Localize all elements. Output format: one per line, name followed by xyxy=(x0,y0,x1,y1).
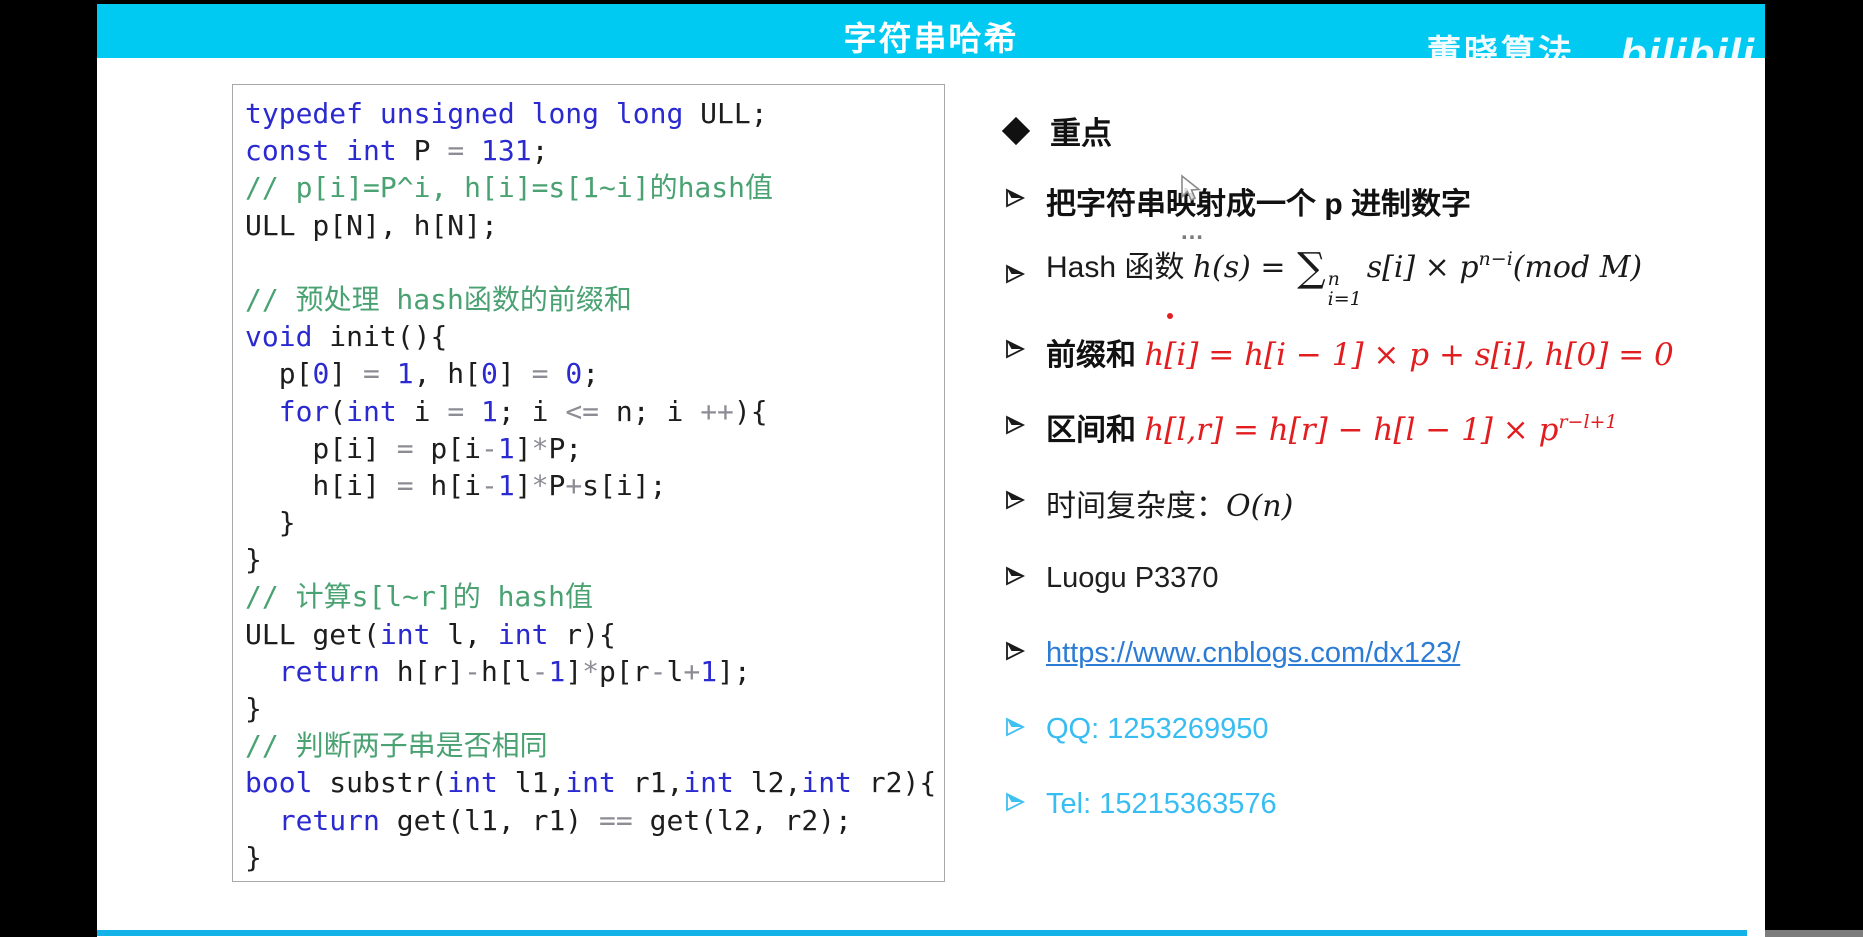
code-line: typedef unsigned long long ULL; xyxy=(245,97,768,130)
code-panel: typedef unsigned long long ULL; const int… xyxy=(232,84,945,882)
note-bullet: Tel: 15215363576 xyxy=(1004,767,1764,843)
slide-title-bar: 字符串哈希 董晓算法 bilibili xyxy=(97,4,1765,58)
note-text: QQ: 1253269950 xyxy=(1046,712,1269,745)
arrow-bullet-icon xyxy=(1004,338,1026,365)
arrow-bullet-icon xyxy=(1004,489,1026,516)
code-line: } xyxy=(245,506,296,540)
arrow-bullet-icon xyxy=(1004,791,1026,818)
note-text: Hash 函数 h(s) = ∑ n i=1 s[i] × pn−i(mod M) xyxy=(1046,245,1643,311)
code-line: } xyxy=(245,840,262,874)
notes-heading-label: 重点 xyxy=(1050,116,1112,151)
note-bullet: Hash 函数 h(s) = ∑ n i=1 s[i] × pn−i(mod M) xyxy=(1004,239,1764,315)
code-line: return get(l1, r1) == get(l2, r2); xyxy=(278,803,852,837)
letterbox-top xyxy=(0,0,1863,4)
progress-line[interactable] xyxy=(97,930,1747,936)
note-text: 时间复杂度：O(n) xyxy=(1046,488,1294,524)
arrow-bullet-icon xyxy=(1004,414,1026,441)
code-line: bool substr(int l1,int r1,int l2,int r2)… xyxy=(245,766,937,800)
arrow-bullet-icon xyxy=(1004,640,1026,667)
arrow-bullet-icon xyxy=(1004,263,1026,290)
code-block: typedef unsigned long long ULL; const int… xyxy=(233,85,944,876)
diamond-bullet-icon xyxy=(1001,116,1031,145)
note-bullet: Luogu P3370 xyxy=(1004,541,1764,617)
arrow-bullet-icon xyxy=(1004,565,1026,592)
code-line: // p[i]=P^i, h[i]=s[1~i]的hash值 xyxy=(245,171,774,205)
letterbox-left xyxy=(0,0,97,937)
code-line: // 计算s[l~r]的 hash值 xyxy=(245,580,594,614)
note-bullet: 把字符串映射成一个 p 进制数字 xyxy=(1004,163,1764,239)
note-bullet: QQ: 1253269950 xyxy=(1004,692,1764,768)
letterbox-right xyxy=(1765,0,1863,937)
ellipsis-mark: … xyxy=(1180,218,1207,245)
scrollbar-corner xyxy=(1765,930,1863,937)
laser-pointer-dot xyxy=(1167,313,1173,319)
notes-heading: 重点 xyxy=(1001,108,1112,153)
code-line: p[i] = p[i-1]*P; xyxy=(245,431,583,465)
note-bullet: https://www.cnblogs.com/dx123/ xyxy=(1004,616,1764,692)
blog-link[interactable]: https://www.cnblogs.com/dx123/ xyxy=(1046,637,1460,670)
code-line: ULL p[N], h[N]; xyxy=(245,208,498,242)
code-line: // 预处理 hash函数的前缀和 xyxy=(245,282,632,316)
code-line: const int P = 131; xyxy=(245,134,549,168)
arrow-bullet-icon xyxy=(1004,716,1026,743)
code-line: p[0] = 1, h[0] = 0; xyxy=(245,357,600,391)
bilibili-logo-echo: bilibili xyxy=(1608,58,1768,82)
note-text: 区间和 h[l,r] = h[r] − h[l − 1] × pr−l+1 xyxy=(1046,411,1618,449)
code-line: } xyxy=(245,543,262,577)
note-text: Luogu P3370 xyxy=(1046,561,1219,594)
arrow-bullet-icon xyxy=(1004,187,1026,214)
mouse-cursor-icon xyxy=(1176,174,1202,209)
channel-watermark: 董晓算法 xyxy=(1427,34,1575,58)
note-text: 把字符串映射成一个 p 进制数字 xyxy=(1046,187,1471,221)
code-line: void init(){ xyxy=(245,320,448,354)
code-line: for(int i = 1; i <= n; i ++){ xyxy=(278,394,768,428)
code-line: } xyxy=(245,692,262,725)
code-line: ULL get(int l, int r){ xyxy=(245,617,616,651)
code-line: h[i] = h[i-1]*P+s[i]; xyxy=(245,468,667,502)
code-line: return h[r]-h[l-1]*p[r-l+1]; xyxy=(278,654,751,688)
note-text: Tel: 15215363576 xyxy=(1046,788,1277,821)
bilibili-logo: bilibili xyxy=(1619,30,1755,58)
notes-list: 把字符串映射成一个 p 进制数字 Hash 函数 h(s) = ∑ n i=1 s[i]… xyxy=(1004,163,1764,843)
note-bullet: 区间和 h[l,r] = h[r] − h[l − 1] × pr−l+1 xyxy=(1004,390,1764,466)
video-frame: 字符串哈希 董晓算法 bilibili bilibili typedef uns… xyxy=(0,0,1863,937)
code-line: // 判断两子串是否相同 xyxy=(245,729,548,763)
note-bullet: 时间复杂度：O(n) xyxy=(1004,465,1764,541)
note-text: 前缀和 h[i] = h[i − 1] × p + s[i], h[0] = 0 xyxy=(1046,336,1674,373)
note-bullet: 前缀和 h[i] = h[i − 1] × p + s[i], h[0] = 0 xyxy=(1004,314,1764,390)
